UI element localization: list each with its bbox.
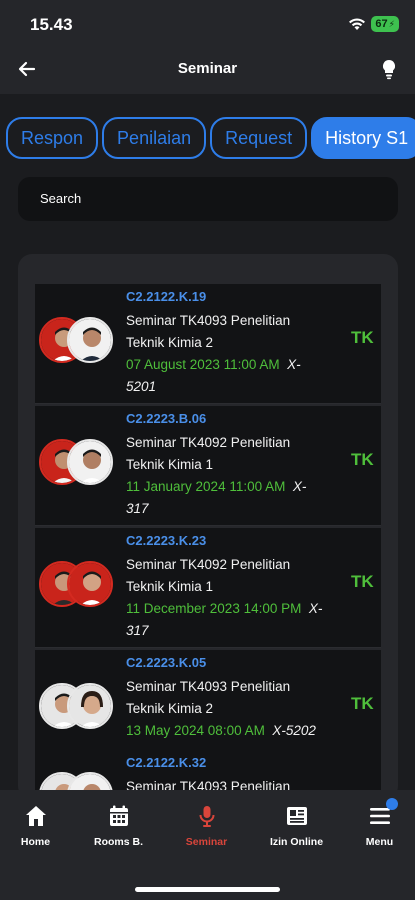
seminar-list: C2.2122.K.19 Seminar TK4093 Penelitian T…: [18, 254, 398, 800]
department-badge: TK: [351, 450, 374, 469]
seminar-code: C2.2223.B.06: [126, 411, 207, 426]
home-indicator[interactable]: [135, 887, 280, 892]
nav-home[interactable]: Home: [0, 804, 77, 848]
seminar-code: C2.2223.K.05: [126, 655, 207, 670]
notification-badge: [386, 798, 398, 810]
charging-icon: ⚡: [388, 19, 395, 29]
home-icon: [24, 804, 48, 828]
seminar-date: 11 December 2023 14:00 PM: [126, 601, 302, 616]
wifi-icon: [348, 17, 366, 31]
status-icons: 67 ⚡: [348, 16, 399, 32]
app-bar: Seminar: [0, 46, 415, 94]
seminar-title: Seminar TK4092 Penelitian Teknik Kimia 1: [126, 435, 291, 472]
seminar-schedule: 13 May 2024 08:00 AM X-5202: [126, 720, 326, 742]
page-title: Seminar: [177, 60, 238, 77]
seminar-row[interactable]: C2.2223.B.06 Seminar TK4092 Penelitian T…: [35, 406, 381, 526]
seminar-code: C2.2122.K.32: [126, 755, 207, 770]
seminar-row[interactable]: C2.2223.K.23 Seminar TK4092 Penelitian T…: [35, 528, 381, 648]
document-icon: [285, 804, 309, 828]
nav-izin-online[interactable]: Izin Online: [255, 804, 338, 848]
seminar-row[interactable]: C2.2122.K.19 Seminar TK4093 Penelitian T…: [35, 284, 381, 404]
participant-avatars: [39, 561, 115, 609]
seminar-title: Seminar TK4092 Penelitian Teknik Kimia 1: [126, 557, 291, 594]
department-badge: TK: [351, 328, 374, 347]
nav-rooms[interactable]: Rooms B.: [77, 804, 160, 848]
avatar: [67, 439, 113, 485]
seminar-date: 07 August 2023 11:00 AM: [126, 357, 280, 372]
tab-history-s1[interactable]: History S1: [311, 117, 415, 159]
seminar-code: C2.2122.K.19: [126, 289, 207, 304]
seminar-date: 13 May 2024 08:00 AM: [126, 723, 265, 738]
department-badge: TK: [351, 572, 374, 591]
department-badge: TK: [351, 694, 374, 713]
participant-avatars: [39, 317, 115, 365]
search-input[interactable]: Search: [18, 177, 398, 221]
seminar-code: C2.2223.K.23: [126, 533, 207, 548]
battery-indicator: 67 ⚡: [371, 16, 399, 32]
bottom-navigation: Home Rooms B. Seminar Izin Online Menu: [0, 790, 415, 900]
tab-request[interactable]: Request: [210, 117, 308, 159]
nav-label: Izin Online: [269, 836, 324, 848]
nav-label: Seminar: [185, 836, 228, 848]
seminar-schedule: 11 January 2024 11:00 AM X-317: [126, 476, 326, 520]
nav-menu[interactable]: Menu: [338, 798, 415, 848]
seminar-title: Seminar TK4093 Penelitian Teknik Kimia 2: [126, 679, 291, 716]
calendar-icon: [107, 804, 131, 828]
status-bar: 15.43 67 ⚡: [0, 0, 415, 46]
seminar-schedule: 07 August 2023 11:00 AM X-5201: [126, 354, 326, 398]
tab-respon[interactable]: Respon: [6, 117, 99, 159]
avatar: [67, 317, 113, 363]
status-time: 15.43: [30, 15, 73, 34]
microphone-icon: [195, 804, 219, 828]
seminar-room: X-5202: [272, 723, 316, 738]
tab-penilaian[interactable]: Penilaian: [102, 117, 207, 159]
nav-label: Home: [20, 836, 51, 848]
avatar: [67, 561, 113, 607]
participant-avatars: [39, 439, 115, 487]
participant-avatars: [39, 683, 115, 731]
seminar-date: 11 January 2024 11:00 AM: [126, 479, 286, 494]
nav-label: Rooms B.: [93, 836, 143, 848]
seminar-title: Seminar TK4093 Penelitian Teknik Kimia 2: [126, 313, 291, 350]
lightbulb-icon[interactable]: [379, 58, 399, 80]
battery-level: 67: [375, 18, 388, 30]
nav-seminar[interactable]: Seminar: [165, 804, 248, 848]
tab-bar: Respon Penilaian Request History S1: [6, 117, 415, 159]
avatar: [67, 683, 113, 729]
nav-label: Menu: [365, 836, 394, 848]
seminar-schedule: 11 December 2023 14:00 PM X-317: [126, 598, 326, 642]
